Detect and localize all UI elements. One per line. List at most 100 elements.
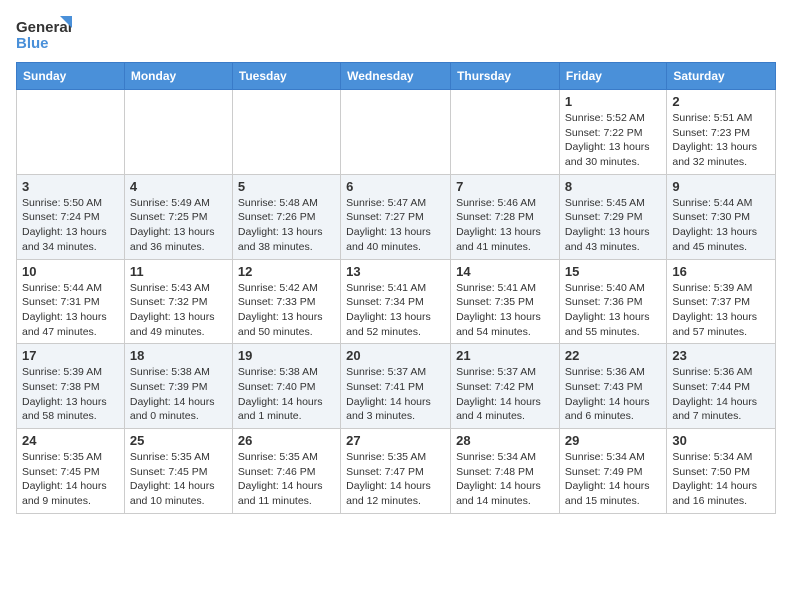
calendar-cell: 11 Sunrise: 5:43 AM Sunset: 7:32 PM Dayli… bbox=[124, 259, 232, 344]
day-number: 23 bbox=[672, 348, 770, 363]
day-number: 28 bbox=[456, 433, 554, 448]
day-number: 27 bbox=[346, 433, 445, 448]
header: GeneralBlue bbox=[16, 16, 776, 52]
calendar-cell bbox=[17, 90, 125, 175]
day-info: Sunrise: 5:41 AM Sunset: 7:35 PM Dayligh… bbox=[456, 281, 554, 340]
day-info: Sunrise: 5:44 AM Sunset: 7:30 PM Dayligh… bbox=[672, 196, 770, 255]
day-info: Sunrise: 5:35 AM Sunset: 7:45 PM Dayligh… bbox=[130, 450, 227, 509]
calendar-cell: 13 Sunrise: 5:41 AM Sunset: 7:34 PM Dayli… bbox=[341, 259, 451, 344]
day-number: 22 bbox=[565, 348, 661, 363]
day-info: Sunrise: 5:36 AM Sunset: 7:43 PM Dayligh… bbox=[565, 365, 661, 424]
day-info: Sunrise: 5:49 AM Sunset: 7:25 PM Dayligh… bbox=[130, 196, 227, 255]
logo: GeneralBlue bbox=[16, 16, 76, 52]
calendar-cell: 25 Sunrise: 5:35 AM Sunset: 7:45 PM Dayli… bbox=[124, 429, 232, 514]
day-number: 17 bbox=[22, 348, 119, 363]
svg-text:Blue: Blue bbox=[16, 35, 49, 52]
calendar-cell: 17Sunrise: 5:39 AM Sunset: 7:38 PM Dayli… bbox=[17, 344, 125, 429]
calendar-cell: 5 Sunrise: 5:48 AM Sunset: 7:26 PM Daylig… bbox=[232, 174, 340, 259]
day-info: Sunrise: 5:35 AM Sunset: 7:45 PM Dayligh… bbox=[22, 450, 119, 509]
calendar-cell: 18 Sunrise: 5:38 AM Sunset: 7:39 PM Dayli… bbox=[124, 344, 232, 429]
calendar-cell bbox=[451, 90, 560, 175]
week-row-4: 17Sunrise: 5:39 AM Sunset: 7:38 PM Dayli… bbox=[17, 344, 776, 429]
day-number: 21 bbox=[456, 348, 554, 363]
calendar-cell: 1 Sunrise: 5:52 AM Sunset: 7:22 PM Daylig… bbox=[559, 90, 666, 175]
day-info: Sunrise: 5:39 AM Sunset: 7:37 PM Dayligh… bbox=[672, 281, 770, 340]
day-number: 4 bbox=[130, 179, 227, 194]
day-number: 19 bbox=[238, 348, 335, 363]
weekday-header-wednesday: Wednesday bbox=[341, 63, 451, 90]
day-number: 25 bbox=[130, 433, 227, 448]
day-info: Sunrise: 5:46 AM Sunset: 7:28 PM Dayligh… bbox=[456, 196, 554, 255]
day-info: Sunrise: 5:48 AM Sunset: 7:26 PM Dayligh… bbox=[238, 196, 335, 255]
day-info: Sunrise: 5:37 AM Sunset: 7:41 PM Dayligh… bbox=[346, 365, 445, 424]
calendar-cell: 30 Sunrise: 5:34 AM Sunset: 7:50 PM Dayli… bbox=[667, 429, 776, 514]
calendar-cell: 24 Sunrise: 5:35 AM Sunset: 7:45 PM Dayli… bbox=[17, 429, 125, 514]
calendar-cell bbox=[232, 90, 340, 175]
week-row-1: 1 Sunrise: 5:52 AM Sunset: 7:22 PM Daylig… bbox=[17, 90, 776, 175]
day-number: 20 bbox=[346, 348, 445, 363]
weekday-header-row: SundayMondayTuesdayWednesdayThursdayFrid… bbox=[17, 63, 776, 90]
day-info: Sunrise: 5:47 AM Sunset: 7:27 PM Dayligh… bbox=[346, 196, 445, 255]
day-info: Sunrise: 5:40 AM Sunset: 7:36 PM Dayligh… bbox=[565, 281, 661, 340]
day-info: Sunrise: 5:50 AM Sunset: 7:24 PM Dayligh… bbox=[22, 196, 119, 255]
calendar-cell: 6 Sunrise: 5:47 AM Sunset: 7:27 PM Daylig… bbox=[341, 174, 451, 259]
day-info: Sunrise: 5:51 AM Sunset: 7:23 PM Dayligh… bbox=[672, 111, 770, 170]
calendar-cell: 19 Sunrise: 5:38 AM Sunset: 7:40 PM Dayli… bbox=[232, 344, 340, 429]
day-number: 6 bbox=[346, 179, 445, 194]
day-info: Sunrise: 5:41 AM Sunset: 7:34 PM Dayligh… bbox=[346, 281, 445, 340]
day-number: 24 bbox=[22, 433, 119, 448]
calendar-cell bbox=[124, 90, 232, 175]
calendar-cell: 22 Sunrise: 5:36 AM Sunset: 7:43 PM Dayli… bbox=[559, 344, 666, 429]
day-info: Sunrise: 5:52 AM Sunset: 7:22 PM Dayligh… bbox=[565, 111, 661, 170]
weekday-header-tuesday: Tuesday bbox=[232, 63, 340, 90]
day-info: Sunrise: 5:36 AM Sunset: 7:44 PM Dayligh… bbox=[672, 365, 770, 424]
week-row-2: 3 Sunrise: 5:50 AM Sunset: 7:24 PM Daylig… bbox=[17, 174, 776, 259]
weekday-header-monday: Monday bbox=[124, 63, 232, 90]
calendar-cell: 9 Sunrise: 5:44 AM Sunset: 7:30 PM Daylig… bbox=[667, 174, 776, 259]
calendar-cell: 8Sunrise: 5:45 AM Sunset: 7:29 PM Daylig… bbox=[559, 174, 666, 259]
day-info: Sunrise: 5:34 AM Sunset: 7:49 PM Dayligh… bbox=[565, 450, 661, 509]
day-number: 12 bbox=[238, 264, 335, 279]
day-number: 7 bbox=[456, 179, 554, 194]
day-number: 13 bbox=[346, 264, 445, 279]
calendar-cell: 10 Sunrise: 5:44 AM Sunset: 7:31 PM Dayli… bbox=[17, 259, 125, 344]
day-number: 9 bbox=[672, 179, 770, 194]
weekday-header-sunday: Sunday bbox=[17, 63, 125, 90]
day-info: Sunrise: 5:42 AM Sunset: 7:33 PM Dayligh… bbox=[238, 281, 335, 340]
day-number: 18 bbox=[130, 348, 227, 363]
day-number: 15 bbox=[565, 264, 661, 279]
day-number: 2 bbox=[672, 94, 770, 109]
day-number: 5 bbox=[238, 179, 335, 194]
calendar-cell: 27Sunrise: 5:35 AM Sunset: 7:47 PM Dayli… bbox=[341, 429, 451, 514]
day-number: 29 bbox=[565, 433, 661, 448]
calendar-cell: 14Sunrise: 5:41 AM Sunset: 7:35 PM Dayli… bbox=[451, 259, 560, 344]
week-row-3: 10 Sunrise: 5:44 AM Sunset: 7:31 PM Dayli… bbox=[17, 259, 776, 344]
day-info: Sunrise: 5:37 AM Sunset: 7:42 PM Dayligh… bbox=[456, 365, 554, 424]
day-info: Sunrise: 5:44 AM Sunset: 7:31 PM Dayligh… bbox=[22, 281, 119, 340]
calendar-cell: 21 Sunrise: 5:37 AM Sunset: 7:42 PM Dayli… bbox=[451, 344, 560, 429]
day-number: 30 bbox=[672, 433, 770, 448]
day-info: Sunrise: 5:34 AM Sunset: 7:48 PM Dayligh… bbox=[456, 450, 554, 509]
calendar-table: SundayMondayTuesdayWednesdayThursdayFrid… bbox=[16, 62, 776, 514]
day-number: 1 bbox=[565, 94, 661, 109]
day-info: Sunrise: 5:43 AM Sunset: 7:32 PM Dayligh… bbox=[130, 281, 227, 340]
day-info: Sunrise: 5:35 AM Sunset: 7:46 PM Dayligh… bbox=[238, 450, 335, 509]
day-number: 10 bbox=[22, 264, 119, 279]
weekday-header-thursday: Thursday bbox=[451, 63, 560, 90]
calendar-cell: 15 Sunrise: 5:40 AM Sunset: 7:36 PM Dayli… bbox=[559, 259, 666, 344]
weekday-header-friday: Friday bbox=[559, 63, 666, 90]
day-number: 16 bbox=[672, 264, 770, 279]
day-number: 3 bbox=[22, 179, 119, 194]
day-info: Sunrise: 5:38 AM Sunset: 7:39 PM Dayligh… bbox=[130, 365, 227, 424]
day-info: Sunrise: 5:38 AM Sunset: 7:40 PM Dayligh… bbox=[238, 365, 335, 424]
calendar-cell: 16 Sunrise: 5:39 AM Sunset: 7:37 PM Dayli… bbox=[667, 259, 776, 344]
day-info: Sunrise: 5:34 AM Sunset: 7:50 PM Dayligh… bbox=[672, 450, 770, 509]
day-number: 11 bbox=[130, 264, 227, 279]
day-number: 26 bbox=[238, 433, 335, 448]
calendar-cell: 20 Sunrise: 5:37 AM Sunset: 7:41 PM Dayli… bbox=[341, 344, 451, 429]
calendar-cell bbox=[341, 90, 451, 175]
calendar-cell: 26 Sunrise: 5:35 AM Sunset: 7:46 PM Dayli… bbox=[232, 429, 340, 514]
weekday-header-saturday: Saturday bbox=[667, 63, 776, 90]
calendar-cell: 12 Sunrise: 5:42 AM Sunset: 7:33 PM Dayli… bbox=[232, 259, 340, 344]
svg-text:General: General bbox=[16, 19, 72, 36]
